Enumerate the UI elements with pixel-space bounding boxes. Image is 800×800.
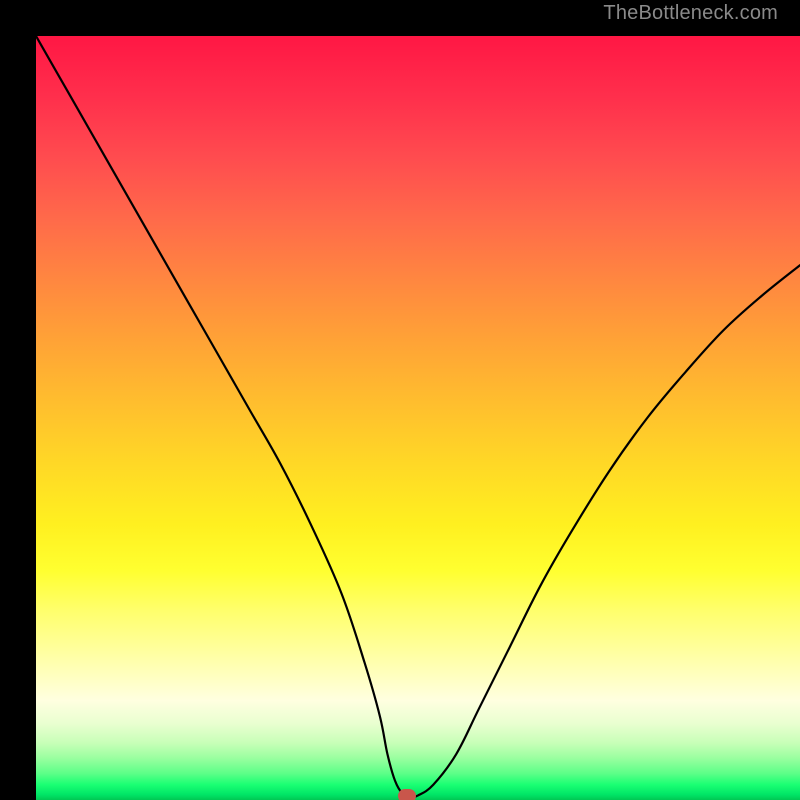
plot-frame [0, 0, 800, 800]
watermark-text: TheBottleneck.com [603, 2, 778, 25]
plot-area [36, 36, 800, 800]
optimum-marker [398, 789, 416, 800]
bottleneck-curve [36, 36, 800, 800]
